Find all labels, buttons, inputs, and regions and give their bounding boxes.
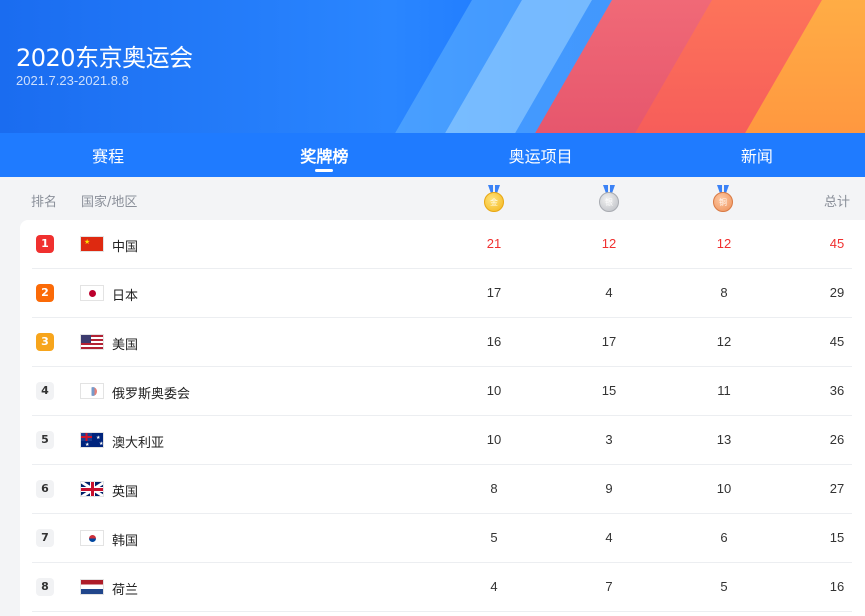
- rank-badge: 4: [36, 382, 54, 400]
- total-count: 45: [829, 334, 845, 349]
- total-count: 15: [829, 530, 845, 545]
- silver-count: 9: [605, 481, 613, 496]
- country-name: 中国: [112, 240, 139, 255]
- rank-badge: 1: [36, 235, 54, 253]
- silver-medal-icon: 银: [598, 185, 620, 212]
- silver-count: 7: [605, 579, 613, 594]
- country-name: 澳大利亚: [112, 436, 165, 451]
- tab-label: 奥运项目: [508, 147, 573, 166]
- tab-news[interactable]: 新闻: [649, 133, 865, 177]
- flag-usa-icon: [80, 334, 104, 350]
- table-row[interactable]: 6 英国 8 9 10 27: [32, 465, 852, 514]
- table-row[interactable]: 7 韩国 5 4 6 15: [32, 514, 852, 563]
- total-count: 45: [829, 236, 845, 251]
- total-column-header: 总计: [824, 195, 851, 210]
- bronze-count: 10: [716, 481, 732, 496]
- bronze-count: 12: [716, 236, 732, 251]
- active-tab-indicator: [315, 169, 334, 172]
- bronze-medal-icon: 铜: [712, 185, 734, 212]
- total-count: 29: [829, 285, 845, 300]
- gold-medal-icon: 金: [483, 185, 505, 212]
- country-name: 英国: [112, 485, 139, 500]
- rank-badge: 7: [36, 529, 54, 547]
- page-title: 2020东京奥运会: [16, 44, 193, 72]
- tab-label: 新闻: [740, 147, 773, 166]
- tab-label: 赛程: [92, 147, 125, 166]
- country-name: 荷兰: [112, 583, 139, 598]
- rank-badge: 5: [36, 431, 54, 449]
- tab-olympic-sports[interactable]: 奥运项目: [433, 133, 649, 177]
- table-row[interactable]: 5 ★ ★ ★ 澳大利亚 10 3 13 26: [32, 416, 852, 465]
- bronze-count: 11: [717, 383, 731, 398]
- silver-count: 15: [601, 383, 617, 398]
- total-count: 36: [829, 383, 845, 398]
- gold-count: 21: [486, 236, 502, 251]
- event-dates: 2021.7.23-2021.8.8: [16, 73, 129, 88]
- tab-medal-table[interactable]: 奖牌榜: [216, 133, 432, 177]
- gold-count: 8: [490, 481, 498, 496]
- bronze-count: 8: [720, 285, 728, 300]
- tab-schedule[interactable]: 赛程: [0, 133, 216, 177]
- country-column-header: 国家/地区: [81, 195, 138, 210]
- bronze-count: 12: [716, 334, 732, 349]
- medal-table-page: 2020东京奥运会 2021.7.23-2021.8.8 赛程 奖牌榜 奥运项目…: [0, 0, 865, 616]
- gold-count: 17: [486, 285, 502, 300]
- bronze-count: 13: [716, 432, 732, 447]
- bronze-count: 5: [720, 579, 728, 594]
- silver-count: 3: [605, 432, 613, 447]
- tab-label: 奖牌榜: [300, 147, 349, 166]
- rank-column-header: 排名: [31, 195, 58, 210]
- total-count: 26: [829, 432, 845, 447]
- table-row[interactable]: 3 美国 16 17 12 45: [32, 318, 852, 367]
- silver-count: 17: [601, 334, 617, 349]
- rank-badge: 8: [36, 578, 54, 596]
- header-banner: 2020东京奥运会 2021.7.23-2021.8.8: [0, 0, 865, 133]
- table-header: 排名 国家/地区 金 银 铜 总计: [0, 177, 865, 220]
- medal-table: 1 ★ 中国 21 12 12 45 2 日本 17 4 8 29 3 美国 1…: [20, 220, 865, 616]
- total-count: 27: [829, 481, 845, 496]
- country-name: 韩国: [112, 534, 139, 549]
- gold-count: 16: [486, 334, 502, 349]
- gold-count: 10: [486, 432, 502, 447]
- rank-badge: 6: [36, 480, 54, 498]
- total-count: 16: [829, 579, 845, 594]
- table-row[interactable]: 4 俄罗斯奥委会 10 15 11 36: [32, 367, 852, 416]
- gold-count: 4: [490, 579, 498, 594]
- silver-count: 4: [605, 285, 613, 300]
- flag-netherlands-icon: [80, 579, 104, 595]
- table-row[interactable]: 8 荷兰 4 7 5 16: [32, 563, 852, 612]
- country-name: 俄罗斯奥委会: [112, 387, 191, 402]
- flag-roc-icon: [80, 383, 104, 399]
- rank-badge: 2: [36, 284, 54, 302]
- bronze-count: 6: [720, 530, 728, 545]
- gold-count: 5: [490, 530, 498, 545]
- gold-count: 10: [486, 383, 502, 398]
- flag-uk-icon: [80, 481, 104, 497]
- flag-australia-icon: ★ ★ ★: [80, 432, 104, 448]
- tab-bar: 赛程 奖牌榜 奥运项目 新闻: [0, 133, 865, 177]
- table-row[interactable]: 2 日本 17 4 8 29: [32, 269, 852, 318]
- flag-japan-icon: [80, 285, 104, 301]
- country-name: 日本: [112, 289, 139, 304]
- table-row[interactable]: 1 ★ 中国 21 12 12 45: [32, 220, 852, 269]
- flag-korea-icon: [80, 530, 104, 546]
- silver-count: 12: [601, 236, 617, 251]
- flag-china-icon: ★: [80, 236, 104, 252]
- rank-badge: 3: [36, 333, 54, 351]
- country-name: 美国: [112, 338, 139, 353]
- silver-count: 4: [605, 530, 613, 545]
